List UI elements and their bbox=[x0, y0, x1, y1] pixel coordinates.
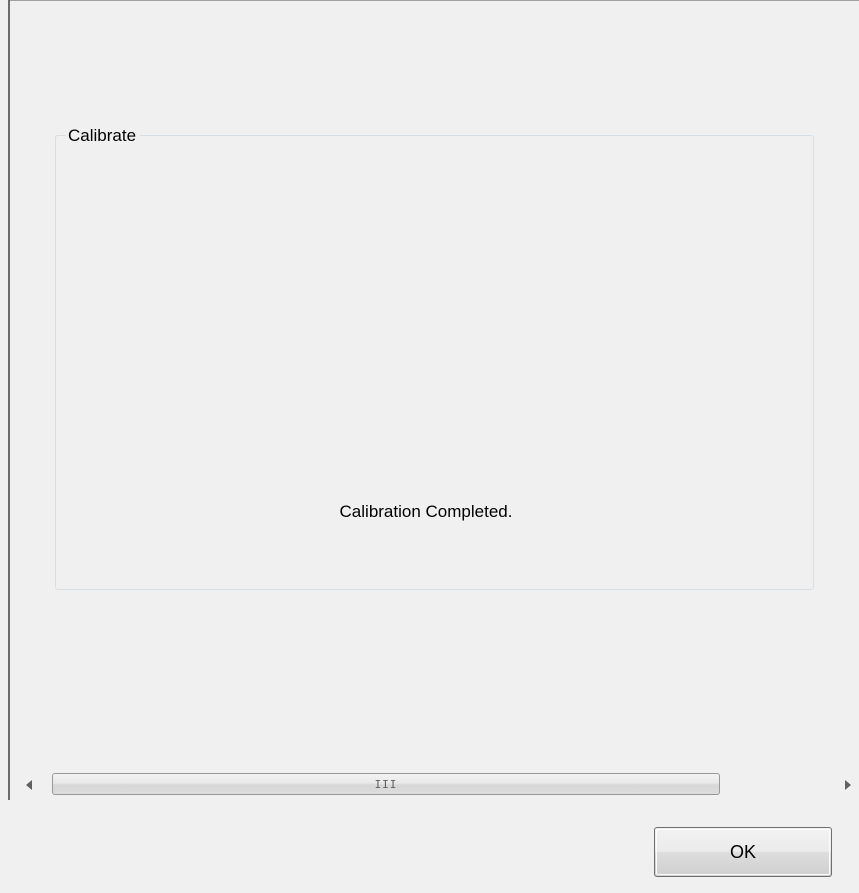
scroll-track[interactable]: III bbox=[42, 771, 836, 799]
content-pane: Calibration Completed. Calibrate bbox=[10, 1, 859, 767]
ok-button-label: OK bbox=[729, 841, 756, 862]
scroll-right-arrow-icon[interactable] bbox=[837, 774, 859, 796]
dialog-footer: OK bbox=[0, 805, 859, 893]
ok-button[interactable]: OK bbox=[654, 827, 832, 877]
scroll-thumb[interactable]: III bbox=[52, 773, 720, 795]
calibration-status-text: Calibration Completed. bbox=[339, 502, 513, 521]
grip-icon: III bbox=[374, 777, 398, 791]
horizontal-scrollbar[interactable]: III bbox=[18, 768, 859, 802]
groupbox-title: Calibrate bbox=[66, 125, 141, 147]
calibrate-groupbox: Calibration Completed. bbox=[55, 135, 814, 590]
calibration-window: Calibration Completed. Calibrate III OK bbox=[0, 0, 859, 893]
scroll-left-arrow-icon[interactable] bbox=[18, 774, 40, 796]
